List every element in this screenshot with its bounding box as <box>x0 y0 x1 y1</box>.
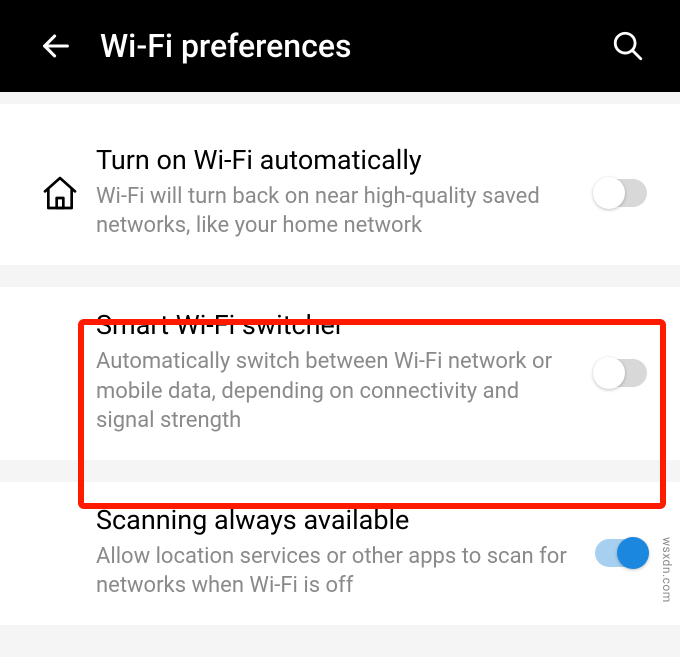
search-icon <box>611 29 645 63</box>
setting-description: Allow location services or other apps to… <box>96 542 574 601</box>
search-button[interactable] <box>604 22 652 70</box>
back-arrow-icon <box>39 29 73 63</box>
smart-switcher-toggle[interactable] <box>595 359 647 387</box>
setting-title: Scanning always available <box>96 504 574 538</box>
watermark: wsxdn.com <box>660 537 674 603</box>
setting-title: Turn on Wi-Fi automatically <box>96 144 574 178</box>
setting-auto-wifi[interactable]: Turn on Wi-Fi automatically Wi-Fi will t… <box>0 104 680 265</box>
setting-smart-switcher[interactable]: Smart Wi-Fi switcher Automatically switc… <box>0 287 680 460</box>
auto-wifi-toggle[interactable] <box>595 179 647 207</box>
scanning-toggle[interactable] <box>595 539 647 567</box>
app-header: Wi-Fi preferences <box>0 0 680 92</box>
settings-list: Turn on Wi-Fi automatically Wi-Fi will t… <box>0 104 680 625</box>
back-button[interactable] <box>32 22 80 70</box>
setting-description: Wi-Fi will turn back on near high-qualit… <box>96 182 574 241</box>
page-title: Wi-Fi preferences <box>100 27 604 65</box>
setting-scanning[interactable]: Scanning always available Allow location… <box>0 482 680 625</box>
home-icon <box>40 173 80 213</box>
setting-title: Smart Wi-Fi switcher <box>96 309 574 343</box>
setting-description: Automatically switch between Wi-Fi netwo… <box>96 347 574 436</box>
